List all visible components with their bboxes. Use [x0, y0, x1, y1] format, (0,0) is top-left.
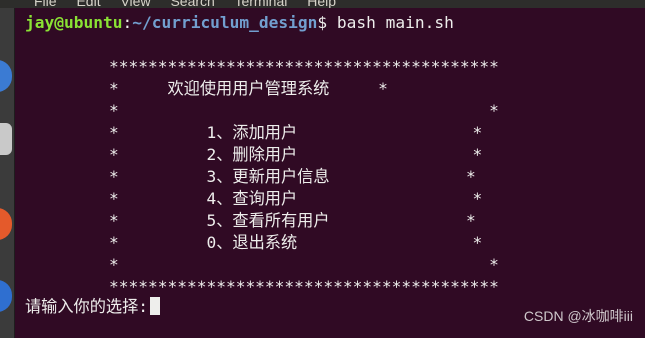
software-icon[interactable]	[0, 208, 12, 240]
menu-option-update: * 3、更新用户信息 *	[109, 167, 476, 186]
menu-option-delete: * 2、删除用户 *	[109, 145, 483, 164]
menu-border-bottom: ****************************************	[109, 277, 499, 296]
command-text: bash main.sh	[336, 13, 454, 32]
menu-bar: File Edit View Search Terminal Help	[0, 0, 645, 8]
watermark: CSDN @冰咖啡iii	[523, 308, 633, 324]
menu-help[interactable]: Help	[307, 0, 336, 8]
menu-option-list-all: * 5、查看所有用户 *	[109, 211, 476, 230]
prompt-dollar: $	[317, 13, 337, 32]
menu-option-exit: * 0、退出系统 *	[109, 233, 483, 252]
menu-terminal[interactable]: Terminal	[234, 0, 287, 8]
command-line: jay@ubuntu:~/curriculum_design$ bash mai…	[25, 12, 454, 34]
menu-blank: * *	[109, 101, 499, 120]
menu-title: * 欢迎使用用户管理系统 *	[109, 79, 388, 98]
launcher	[0, 8, 15, 338]
menu-edit[interactable]: Edit	[76, 0, 100, 8]
menu-option-add: * 1、添加用户 *	[109, 123, 483, 142]
input-prompt: 请输入你的选择:	[25, 297, 149, 316]
menu-file[interactable]: File	[34, 0, 57, 8]
prompt-separator: :	[122, 13, 133, 32]
menu-view[interactable]: View	[120, 0, 150, 8]
menu-border-top: ****************************************	[109, 57, 499, 76]
prompt-path: ~/curriculum_design	[132, 13, 318, 32]
input-line[interactable]: 请输入你的选择:	[25, 296, 161, 318]
menu-blank-2: * *	[109, 255, 499, 274]
menu-option-query: * 4、查询用户 *	[109, 189, 483, 208]
prompt-user: jay@ubuntu	[25, 13, 123, 32]
files-icon[interactable]	[0, 123, 12, 155]
help-icon[interactable]	[0, 280, 12, 312]
menu-search[interactable]: Search	[170, 0, 214, 8]
terminal-area[interactable]: jay@ubuntu:~/curriculum_design$ bash mai…	[15, 8, 645, 338]
browser-icon[interactable]	[0, 60, 12, 92]
text-cursor	[150, 297, 161, 315]
